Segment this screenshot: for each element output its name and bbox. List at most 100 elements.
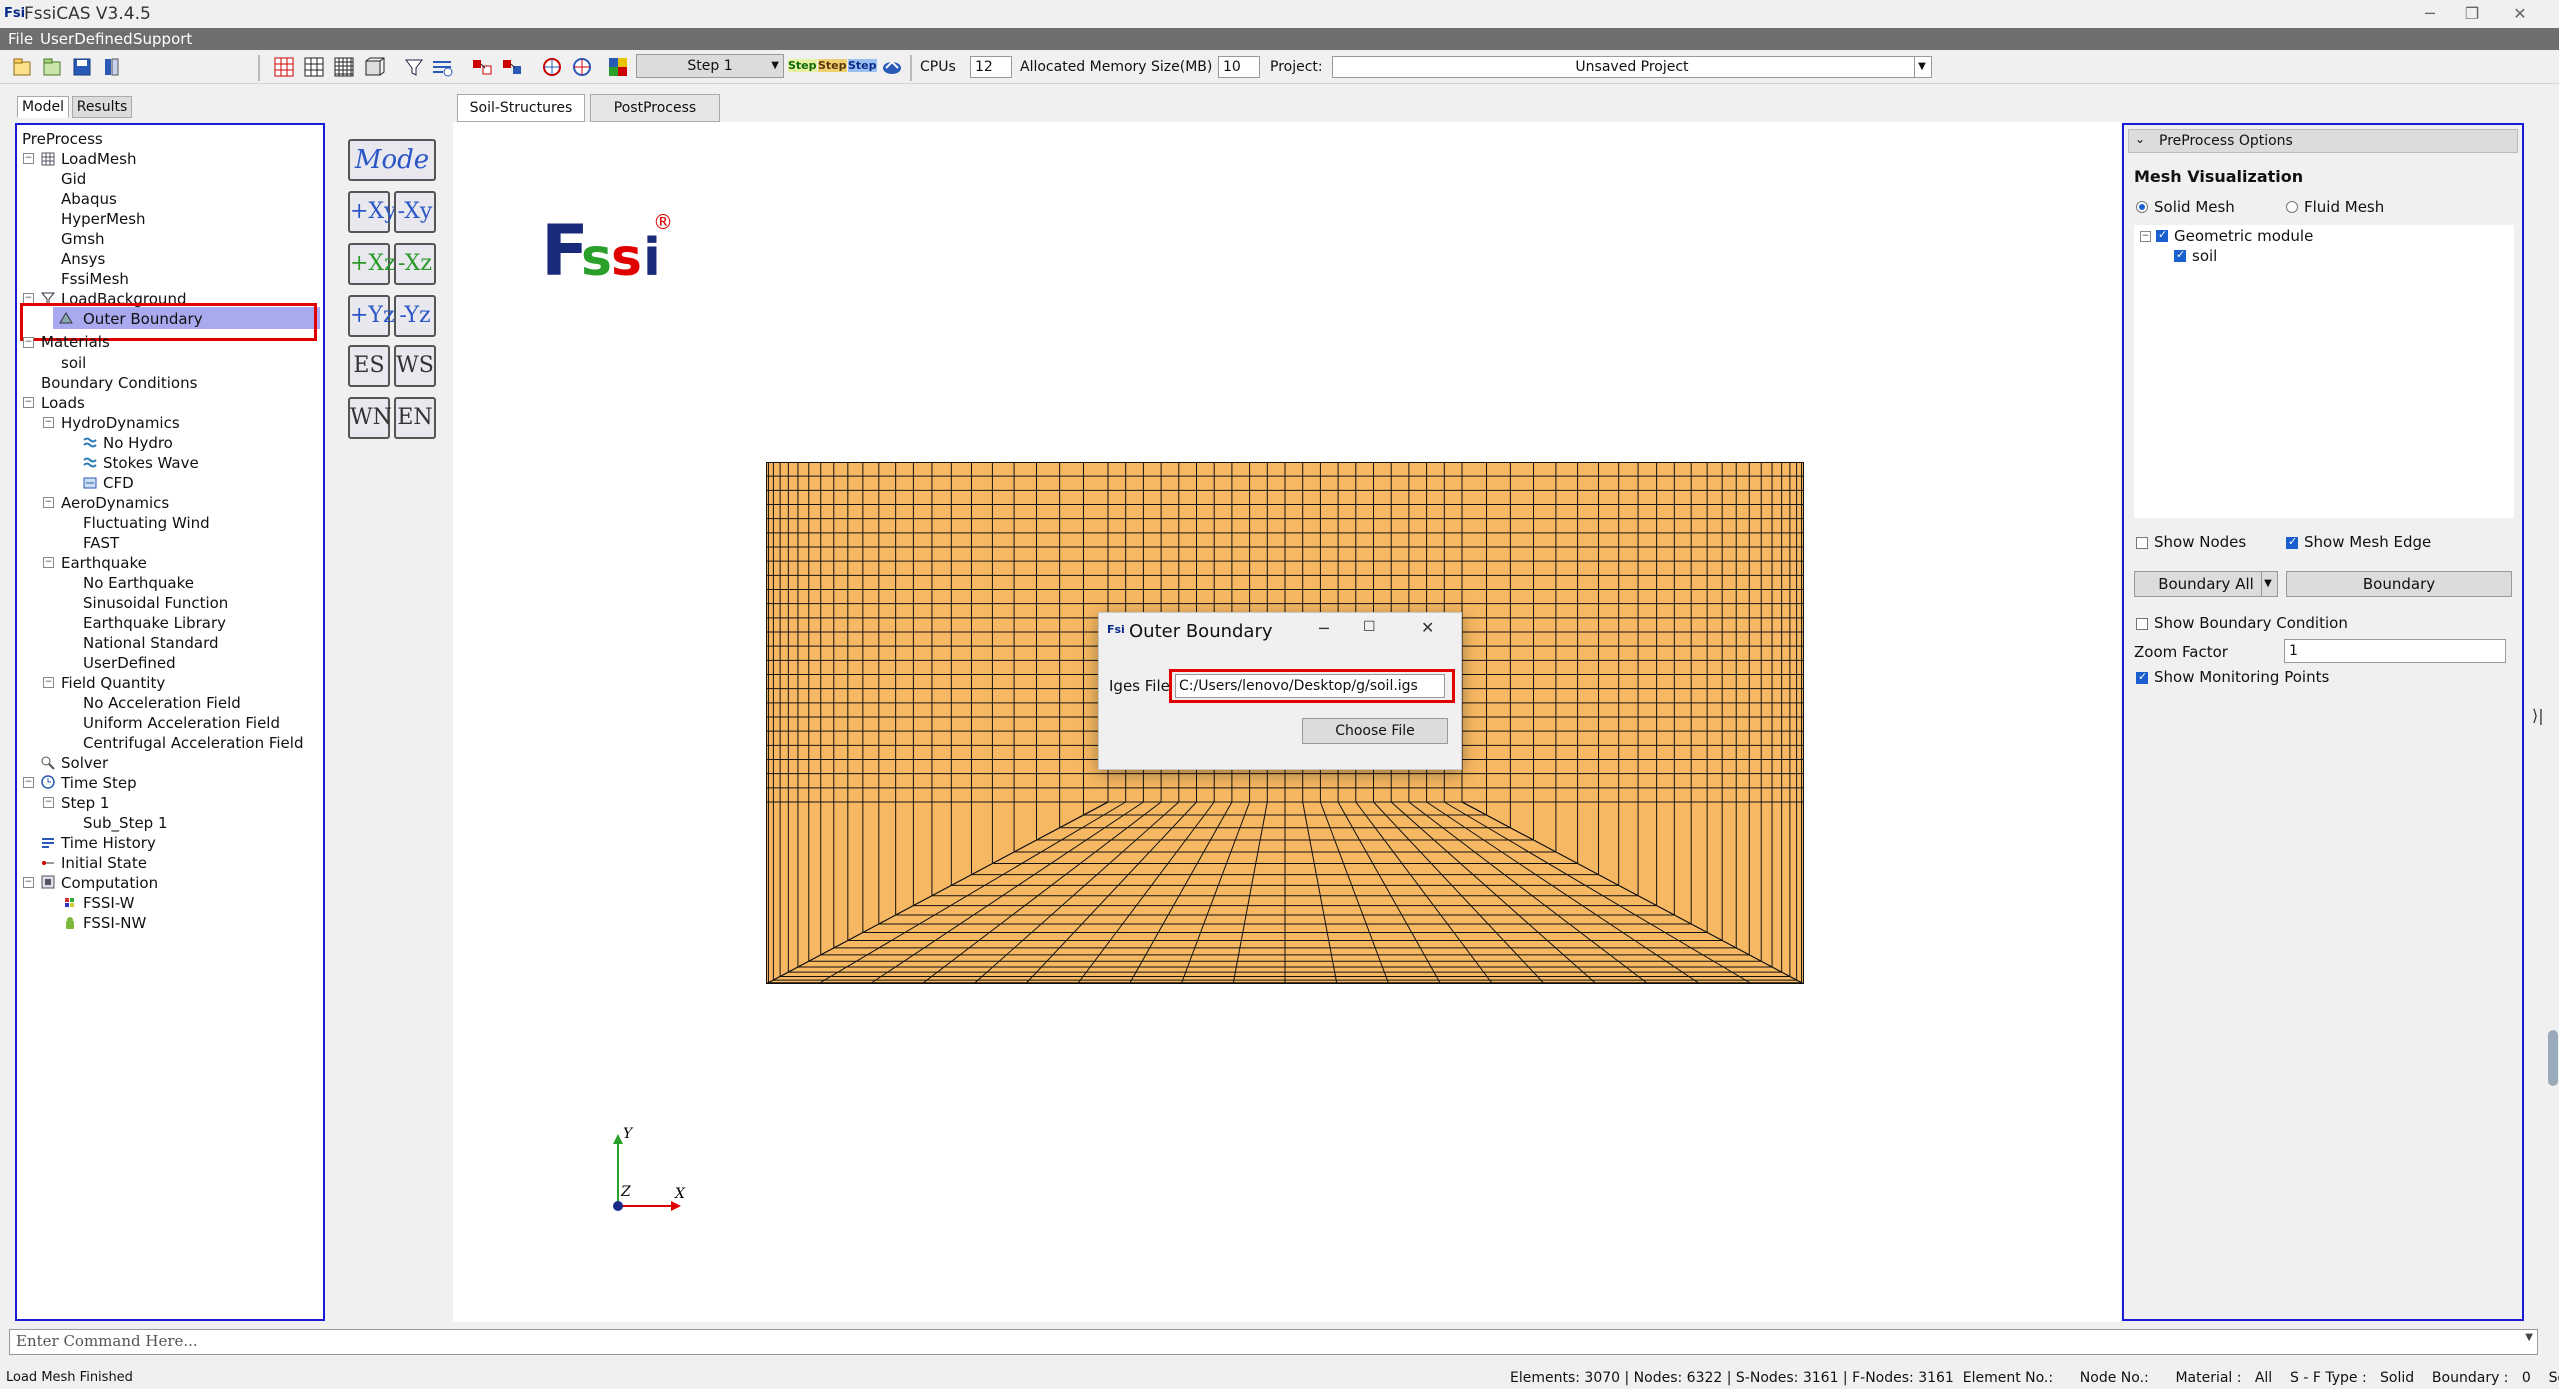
load-blue-icon[interactable] [500, 55, 524, 79]
minimize-button[interactable]: ─ [2410, 2, 2450, 26]
tab-soil-structures[interactable]: Soil-Structures [457, 94, 585, 122]
open-folder-icon[interactable] [40, 55, 64, 79]
new-file-icon[interactable] [10, 55, 34, 79]
iges-file-input[interactable]: C:/Users/lenovo/Desktop/g/soil.igs [1175, 674, 1445, 698]
menu-userdefined[interactable]: UserDefined [40, 30, 133, 48]
tree-loads[interactable]: Loads [41, 394, 85, 412]
tree-item-no-hydro[interactable]: No Hydro [103, 434, 173, 452]
tree-earthquake[interactable]: Earthquake [61, 554, 147, 572]
collapse-icon[interactable]: − [43, 417, 54, 428]
collapse-icon[interactable]: − [23, 397, 34, 408]
tree-item-sinusoidal[interactable]: Sinusoidal Function [83, 594, 228, 612]
view-minus-yz-button[interactable]: -Yz [394, 295, 436, 337]
tree-solver[interactable]: Solver [61, 754, 108, 772]
tree-hydrodynamics[interactable]: HydroDynamics [61, 414, 180, 432]
collapse-icon[interactable]: − [23, 337, 34, 348]
zoom-factor-input[interactable]: 1 [2284, 639, 2506, 663]
menu-file[interactable]: File [8, 30, 33, 48]
choose-file-button[interactable]: Choose File [1302, 718, 1448, 744]
tree-item-stokes-wave[interactable]: Stokes Wave [103, 454, 199, 472]
maximize-button[interactable]: ❐ [2452, 2, 2492, 26]
material-palette-icon[interactable] [606, 55, 630, 79]
tree-time-step[interactable]: Time Step [61, 774, 137, 792]
tree-item-sub-step-1[interactable]: Sub_Step 1 [83, 814, 168, 832]
tree-item-gmsh[interactable]: Gmsh [61, 230, 105, 248]
tree-preprocess[interactable]: PreProcess [22, 130, 103, 148]
grid-dense-icon[interactable] [332, 55, 356, 79]
tree-item-uniform-acceleration[interactable]: Uniform Acceleration Field [83, 714, 280, 732]
tree-item-earthquake-library[interactable]: Earthquake Library [83, 614, 226, 632]
soil-checkbox[interactable] [2174, 248, 2186, 262]
globe-blue-icon[interactable] [570, 55, 594, 79]
tab-results[interactable]: Results [72, 96, 132, 118]
tree-aerodynamics[interactable]: AeroDynamics [61, 494, 169, 512]
tree-step-1[interactable]: Step 1 [61, 794, 109, 812]
tree-item-fast[interactable]: FAST [83, 534, 119, 552]
memory-input[interactable]: 10 [1218, 56, 1260, 78]
collapse-icon[interactable]: − [23, 877, 34, 888]
view-minus-xy-button[interactable]: -Xy [394, 191, 436, 233]
collapse-icon[interactable]: − [43, 497, 54, 508]
panel-collapse-icon[interactable]: ⟩| [2532, 706, 2544, 725]
step-select[interactable]: Step 1 ▼ [636, 54, 784, 78]
book-icon[interactable] [100, 55, 124, 79]
view-ws-button[interactable]: WS [394, 345, 436, 387]
project-select[interactable]: Unsaved Project ▼ [1332, 56, 1932, 78]
step-edit-icon[interactable]: Step [818, 59, 847, 72]
tree-item-ansys[interactable]: Ansys [61, 250, 105, 268]
save-icon[interactable] [70, 55, 94, 79]
tree-item-abaqus[interactable]: Abaqus [61, 190, 117, 208]
collapse-icon[interactable]: − [43, 557, 54, 568]
tree-item-fluctuating-wind[interactable]: Fluctuating Wind [83, 514, 210, 532]
boundary-all-select[interactable]: Boundary All ▼ [2134, 571, 2278, 597]
view-es-button[interactable]: ES [348, 345, 390, 387]
close-button[interactable]: ✕ [2500, 2, 2540, 26]
tree-item-no-acceleration[interactable]: No Acceleration Field [83, 694, 241, 712]
tree-item-national-standard[interactable]: National Standard [83, 634, 219, 652]
view-plus-xz-button[interactable]: +Xz [348, 243, 396, 285]
tree-item-gid[interactable]: Gid [61, 170, 86, 188]
mode-button[interactable]: Mode [348, 139, 436, 181]
tree-time-history[interactable]: Time History [61, 834, 156, 852]
grid-red-icon[interactable] [272, 55, 296, 79]
show-mesh-edge-checkbox[interactable] [2286, 535, 2298, 549]
solid-mesh-radio[interactable] [2136, 201, 2148, 213]
tree-item-soil[interactable]: soil [61, 354, 86, 372]
dialog-close-button[interactable]: ✕ [1421, 618, 1434, 637]
collapse-icon[interactable]: − [2140, 231, 2151, 242]
view-wn-button[interactable]: WN [348, 397, 392, 439]
geometric-module-checkbox[interactable] [2156, 228, 2168, 242]
tree-loadmesh[interactable]: LoadMesh [61, 150, 136, 168]
tree-initial-state[interactable]: Initial State [61, 854, 147, 872]
collapse-icon[interactable]: − [43, 797, 54, 808]
tree-boundary-conditions[interactable]: Boundary Conditions [41, 374, 197, 392]
tree-item-fssi-w[interactable]: FSSI-W [83, 894, 134, 912]
view-minus-xz-button[interactable]: -Xz [394, 243, 436, 285]
tree-item-fssimesh[interactable]: FssiMesh [61, 270, 129, 288]
cpus-input[interactable]: 12 [970, 56, 1012, 78]
fluid-mesh-radio[interactable] [2286, 201, 2298, 213]
tree-computation[interactable]: Computation [61, 874, 158, 892]
boundary-button[interactable]: Boundary [2286, 571, 2512, 597]
view-en-button[interactable]: EN [394, 397, 436, 439]
tree-item-cfd[interactable]: CFD [103, 474, 134, 492]
tab-model[interactable]: Model [17, 96, 69, 118]
show-nodes-checkbox[interactable] [2136, 537, 2148, 549]
tree-materials[interactable]: Materials [41, 333, 110, 351]
load-red-icon[interactable] [470, 55, 494, 79]
panel-header[interactable]: ⌄ PreProcess Options [2128, 129, 2518, 153]
tree-item-fssi-nw[interactable]: FSSI-NW [83, 914, 146, 932]
step-run-icon[interactable]: Step [788, 59, 817, 72]
view-plus-xy-button[interactable]: +Xy [348, 191, 397, 233]
mesh-3d-icon[interactable] [362, 55, 386, 79]
dialog-minimize-button[interactable]: ─ [1319, 619, 1329, 638]
tab-postprocess[interactable]: PostProcess [590, 94, 720, 122]
collapse-icon[interactable]: − [43, 677, 54, 688]
collapse-icon[interactable]: − [23, 153, 34, 164]
view-plus-yz-button[interactable]: +Yz [348, 295, 395, 337]
command-input[interactable]: Enter Command Here... ▼ [9, 1329, 2538, 1355]
globe-red-icon[interactable] [540, 55, 564, 79]
tree-item-no-earthquake[interactable]: No Earthquake [83, 574, 194, 592]
step-add-icon[interactable]: Step [848, 59, 877, 72]
scrollbar-thumb[interactable] [2548, 1030, 2558, 1086]
